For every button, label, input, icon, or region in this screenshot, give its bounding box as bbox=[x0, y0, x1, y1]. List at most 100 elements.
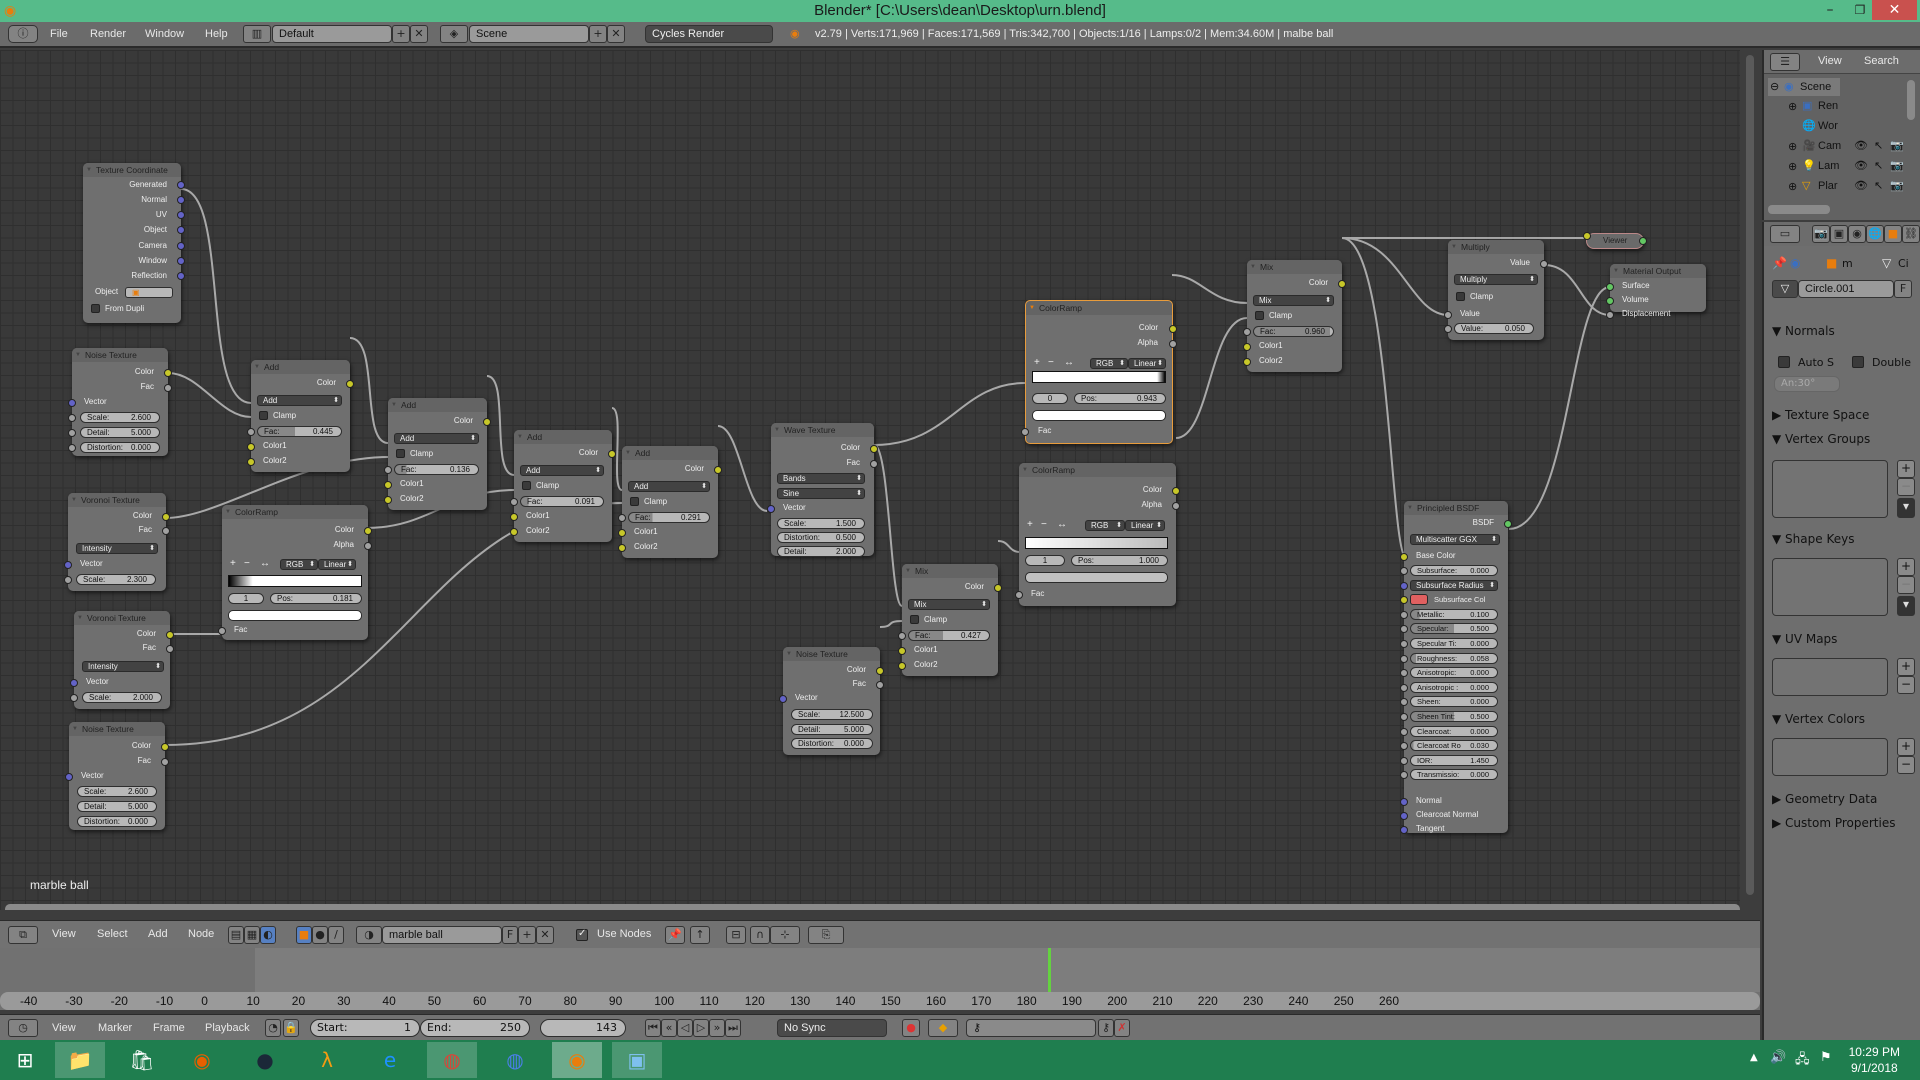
outliner-item-lamp[interactable]: Lam bbox=[1818, 160, 1839, 172]
output-socket[interactable] bbox=[1172, 487, 1180, 495]
outliner-item-camera[interactable]: Cam bbox=[1818, 140, 1841, 152]
menu-view[interactable]: View bbox=[52, 1022, 76, 1034]
visibility-eye-icon[interactable]: 👁 bbox=[1854, 179, 1868, 192]
input-socket[interactable] bbox=[68, 429, 76, 437]
input-socket[interactable] bbox=[64, 561, 72, 569]
scene-tab-icon[interactable]: ◉ bbox=[1848, 225, 1866, 243]
node-mix-add[interactable]: Add Color Add Clamp Fac: 0.445 Color1 Col… bbox=[247, 360, 354, 472]
menu-view[interactable]: View bbox=[52, 928, 76, 940]
remove-uv-map-button[interactable]: − bbox=[1897, 676, 1915, 694]
panel-vertex-groups[interactable]: ▼ Vertex Groups bbox=[1772, 432, 1870, 446]
node-voronoi-texture[interactable]: Voronoi Texture Color Fac Intensity Vect… bbox=[70, 611, 174, 709]
editor-type-outliner-icon[interactable]: ☰ bbox=[1770, 53, 1800, 71]
fac-slider[interactable]: Fac: 0.960 bbox=[1253, 326, 1334, 337]
clamp-checkbox[interactable] bbox=[630, 497, 639, 506]
timeline-ruler[interactable]: -40 -30 -20 -10 0 10 20 30 40 50 60 70 80 90 100 110 120… bbox=[0, 992, 1760, 1010]
object-shader-icon[interactable]: ■ bbox=[296, 926, 312, 944]
output-socket[interactable] bbox=[166, 645, 174, 653]
world-tab-icon[interactable]: 🌐 bbox=[1866, 225, 1884, 243]
scale-field[interactable]: Scale: 2.000 bbox=[82, 692, 162, 703]
input-socket[interactable] bbox=[70, 679, 78, 687]
color-mode-select[interactable]: RGB bbox=[1090, 358, 1128, 369]
menu-add[interactable]: Add bbox=[148, 928, 168, 940]
node-principled-bsdf[interactable]: Principled BSDF BSDF Multiscatter GGX Ba… bbox=[1400, 501, 1512, 834]
node-texture-coordinate[interactable]: Texture Coordinate Generated Normal UV O… bbox=[83, 163, 185, 323]
outliner-item-world[interactable]: Wor bbox=[1818, 120, 1838, 132]
outliner-item-render-layers[interactable]: Ren bbox=[1818, 100, 1838, 112]
scale-field[interactable]: Scale: 2.300 bbox=[76, 574, 156, 585]
clamp-checkbox[interactable] bbox=[396, 449, 405, 458]
node-wave-texture[interactable]: Wave Texture Color Fac Bands Sine Vector… bbox=[767, 423, 878, 557]
constraints-tab-icon[interactable]: ⛓ bbox=[1902, 225, 1920, 243]
remove-layout-button[interactable]: ✕ bbox=[410, 25, 428, 43]
color-ramp-gradient[interactable] bbox=[1025, 537, 1168, 549]
input-socket[interactable] bbox=[384, 466, 392, 474]
input-socket[interactable] bbox=[218, 627, 226, 635]
renderable-camera-icon[interactable]: 📷 bbox=[1890, 159, 1904, 172]
input-socket[interactable] bbox=[68, 444, 76, 452]
editor-type-node-icon[interactable]: ⧉ bbox=[8, 926, 38, 944]
uv-maps-list[interactable] bbox=[1772, 658, 1888, 696]
output-socket[interactable] bbox=[161, 743, 169, 751]
output-socket[interactable] bbox=[994, 584, 1002, 592]
add-vertex-group-button[interactable]: + bbox=[1897, 460, 1915, 478]
editor-type-timeline-icon[interactable]: ◷ bbox=[8, 1019, 38, 1037]
node-voronoi-texture[interactable]: Voronoi Texture Color Fac Intensity Vect… bbox=[64, 493, 170, 591]
input-socket[interactable] bbox=[1444, 325, 1452, 333]
subsurface-color-swatch[interactable] bbox=[1410, 594, 1428, 606]
output-socket[interactable] bbox=[1639, 237, 1647, 245]
windows-start-icon[interactable]: ⊞ bbox=[0, 1042, 50, 1078]
menu-view[interactable]: View bbox=[1818, 55, 1842, 67]
delete-keyframe-icon[interactable]: ✗ bbox=[1114, 1019, 1130, 1037]
vertical-scrollbar[interactable] bbox=[1746, 55, 1754, 895]
close-button[interactable]: ✕ bbox=[1872, 0, 1917, 20]
preview-range-icon[interactable]: ◔ bbox=[265, 1019, 281, 1037]
scale-field[interactable]: Scale: 1.500 bbox=[777, 518, 865, 529]
output-socket[interactable] bbox=[177, 272, 185, 280]
steam-icon[interactable]: ● bbox=[240, 1042, 290, 1078]
panel-geometry-data[interactable]: ▶ Geometry Data bbox=[1772, 792, 1877, 806]
flip-ramp-button[interactable]: ↔ bbox=[1064, 357, 1074, 368]
interpolation-select[interactable]: Linear bbox=[1125, 520, 1165, 531]
layout-field[interactable]: Default bbox=[272, 25, 392, 43]
panel-normals[interactable]: ▼ Normals bbox=[1772, 324, 1835, 338]
editor-type-properties-icon[interactable]: ▭ bbox=[1770, 225, 1800, 243]
render-tab-icon[interactable]: 📷 bbox=[1812, 225, 1830, 243]
input-socket[interactable] bbox=[618, 529, 626, 537]
parent-tree-icon[interactable]: ↑ bbox=[690, 926, 710, 944]
horizontal-scrollbar[interactable] bbox=[5, 904, 1740, 910]
input-socket[interactable] bbox=[1400, 581, 1408, 590]
new-material-button[interactable]: + bbox=[518, 926, 536, 944]
play-reverse-icon[interactable]: ◁ bbox=[677, 1019, 693, 1037]
vertex-group-specials-icon[interactable]: ▾ bbox=[1897, 498, 1915, 518]
object-tab-icon[interactable]: ■ bbox=[1884, 225, 1902, 243]
bsdf-param-slider[interactable]: Anisotropic : 0.000 bbox=[1410, 681, 1498, 693]
output-socket[interactable] bbox=[364, 542, 372, 550]
output-socket[interactable] bbox=[166, 631, 174, 639]
node-mix-rgb[interactable]: Mix Color Mix Clamp Fac: 0.960 Color1 Col… bbox=[1243, 260, 1346, 372]
bsdf-param-slider[interactable]: Specular: 0.500 bbox=[1410, 623, 1498, 635]
fake-user-button[interactable]: F bbox=[1894, 280, 1912, 298]
backdrop-icon[interactable]: ⊟ bbox=[726, 926, 746, 944]
interpolation-select[interactable]: Linear bbox=[318, 559, 356, 570]
add-layout-button[interactable]: + bbox=[392, 25, 410, 43]
output-socket[interactable] bbox=[177, 181, 185, 189]
current-frame-field[interactable]: 143 bbox=[540, 1019, 626, 1037]
input-socket[interactable] bbox=[1400, 610, 1408, 619]
auto-smooth-checkbox[interactable] bbox=[1778, 356, 1790, 368]
node-noise-texture[interactable]: Noise Texture Color Fac Vector Scale: 12.… bbox=[779, 647, 884, 755]
input-socket[interactable] bbox=[1400, 567, 1408, 575]
output-socket[interactable] bbox=[870, 445, 878, 453]
output-socket[interactable] bbox=[1169, 340, 1177, 348]
menu-select[interactable]: Select bbox=[97, 928, 128, 940]
node-noise-texture[interactable]: Noise Texture Color Fac Vector Scale: 2.6… bbox=[65, 722, 169, 830]
expand-icon[interactable]: ⊕ bbox=[1788, 180, 1797, 193]
node-colorramp[interactable]: ColorRamp Color Alpha + − ↔ RGB Linear 1… bbox=[218, 505, 372, 640]
input-socket[interactable] bbox=[1400, 654, 1408, 663]
renderable-camera-icon[interactable]: 📷 bbox=[1890, 139, 1904, 152]
stop-color-swatch[interactable] bbox=[228, 610, 362, 621]
input-socket[interactable] bbox=[767, 505, 775, 513]
fake-user-button[interactable]: F bbox=[502, 926, 518, 944]
visibility-eye-icon[interactable]: 👁 bbox=[1854, 159, 1868, 172]
chrome-icon[interactable]: ◍ bbox=[427, 1042, 477, 1078]
